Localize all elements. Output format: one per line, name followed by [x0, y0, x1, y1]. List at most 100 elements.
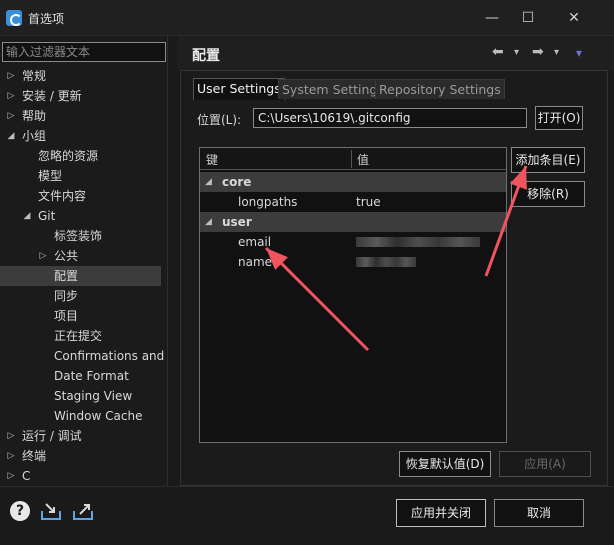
help-icon[interactable]: ? — [10, 501, 30, 521]
export-icon[interactable] — [72, 501, 94, 521]
maximize-button[interactable]: ☐ — [514, 6, 542, 30]
table-row[interactable]: email — [200, 232, 506, 252]
expanded-twisty-icon[interactable]: ◢ — [205, 212, 212, 232]
tree-item[interactable]: ▷ 运行 / 调试 — [0, 426, 168, 446]
title-bar: 首选项 — ☐ ✕ — [0, 0, 614, 36]
tree-item-label: 运行 / 调试 — [22, 429, 82, 443]
collapsed-twisty-icon[interactable]: ▷ — [6, 466, 16, 486]
tree-item-label: 忽略的资源 — [38, 149, 99, 163]
location-field[interactable]: C:\Users\10619\.gitconfig — [253, 108, 527, 128]
tree-item[interactable]: ◢ 小组 — [0, 126, 168, 146]
tree-item[interactable]: Staging View — [0, 386, 168, 406]
tree-item-label: 正在提交 — [54, 329, 103, 343]
tree-item-label: 同步 — [54, 289, 79, 303]
tree-item-label: 项目 — [54, 309, 79, 323]
open-button[interactable]: 打开(O) — [535, 106, 583, 130]
import-icon[interactable] — [40, 501, 62, 521]
filter-input[interactable]: 输入过滤器文本 — [2, 42, 166, 62]
table-group-row[interactable]: ◢ user — [200, 212, 506, 232]
table-group-row[interactable]: ◢ core — [200, 172, 506, 192]
tree-item-label: C — [22, 469, 31, 483]
tree-item-label: 模型 — [38, 169, 63, 183]
tree-item-label: Git — [38, 209, 56, 223]
tree-item[interactable]: ▷ 常规 — [0, 66, 168, 86]
collapsed-twisty-icon[interactable]: ▷ — [6, 86, 16, 106]
collapsed-twisty-icon[interactable]: ▷ — [6, 106, 16, 126]
column-separator[interactable] — [351, 150, 352, 168]
entry-value: true — [356, 195, 381, 209]
tree-item[interactable]: ▷ 终端 — [0, 446, 168, 466]
tree-item-label: 标签装饰 — [54, 229, 103, 243]
configuration-panel: User Settings System Settings Repository… — [180, 70, 608, 486]
tree-item[interactable]: ▷ 安装 / 更新 — [0, 86, 168, 106]
collapsed-twisty-icon[interactable]: ▷ — [38, 246, 48, 266]
tree-item[interactable]: ▷ 帮助 — [0, 106, 168, 126]
tree-item[interactable]: 文件内容 — [0, 186, 168, 206]
column-header-key: 键 — [206, 153, 219, 167]
preferences-tree-pane: 输入过滤器文本 ▷ 常规 ▷ 安装 / 更新 ▷ 帮助 ◢ 小组忽略的资源模型文件内容 ◢ Git… — [0, 36, 168, 486]
collapsed-twisty-icon[interactable]: ▷ — [6, 446, 16, 466]
tree-item-label: 配置 — [54, 269, 79, 283]
tree-item[interactable]: Date Format — [0, 366, 168, 386]
add-entry-button[interactable]: 添加条目(E) — [511, 147, 585, 173]
remove-button[interactable]: 移除(R) — [511, 181, 585, 207]
tree-item[interactable]: 同步 — [0, 286, 168, 306]
view-menu-icon[interactable]: ▾ — [576, 46, 582, 60]
table-row[interactable]: name — [200, 252, 506, 272]
tab-repository-settings[interactable]: Repository Settings — [375, 79, 505, 99]
tree-item[interactable]: ◢ Git — [0, 206, 168, 226]
tree-item[interactable]: ▷ C — [0, 466, 168, 486]
tree-item[interactable]: 忽略的资源 — [0, 146, 168, 166]
group-name: user — [222, 215, 252, 229]
collapsed-twisty-icon[interactable]: ▷ — [6, 66, 16, 86]
tree-item-label: 终端 — [22, 449, 47, 463]
collapsed-twisty-icon[interactable]: ▷ — [6, 426, 16, 446]
column-header-value: 值 — [357, 153, 370, 167]
expanded-twisty-icon[interactable]: ◢ — [205, 172, 212, 192]
redacted-value — [356, 237, 480, 247]
tree-item-label: 安装 / 更新 — [22, 89, 82, 103]
expanded-twisty-icon[interactable]: ◢ — [6, 126, 16, 146]
back-dropdown-icon[interactable]: ▾ — [514, 47, 519, 58]
page-header: 配置 ⬅ ▾ ➡ ▾ ▾ — [178, 36, 614, 70]
window-title: 首选项 — [28, 12, 65, 26]
forward-dropdown-icon[interactable]: ▾ — [554, 47, 559, 58]
navigation-buttons: ⬅ ▾ ➡ ▾ ▾ — [490, 42, 606, 64]
entry-key: email — [238, 235, 272, 249]
expanded-twisty-icon[interactable]: ◢ — [22, 206, 32, 226]
location-label: 位置(L): — [197, 113, 242, 127]
forward-arrow-icon[interactable]: ➡ — [532, 44, 544, 60]
close-button[interactable]: ✕ — [560, 6, 588, 30]
tree-item[interactable]: 模型 — [0, 166, 168, 186]
tree-item-label: Confirmations and — [54, 349, 165, 363]
tree-item-label: 文件内容 — [38, 189, 87, 203]
tree-item-label: 常规 — [22, 69, 47, 83]
restore-defaults-button[interactable]: 恢复默认值(D) — [399, 451, 491, 477]
tree-item[interactable]: ▷ 公共 — [0, 246, 168, 266]
tree-item[interactable]: 配置 — [0, 266, 161, 286]
tab-system-settings[interactable]: System Settings — [278, 79, 388, 99]
tree-item-label: Window Cache — [54, 409, 143, 423]
table-header: 键 值 — [200, 148, 506, 170]
tree-item[interactable]: 正在提交 — [0, 326, 168, 346]
minimize-button[interactable]: — — [478, 6, 506, 30]
redacted-value — [356, 257, 416, 267]
tab-user-settings[interactable]: User Settings — [193, 78, 285, 100]
bottom-bar: ? 应用并关闭 取消 — [0, 486, 614, 545]
tree-item-label: 帮助 — [22, 109, 47, 123]
apply-and-close-button[interactable]: 应用并关闭 — [396, 499, 486, 527]
entry-key: name — [238, 255, 273, 269]
tree-item[interactable]: Confirmations and — [0, 346, 168, 366]
group-name: core — [222, 175, 252, 189]
entry-key: longpaths — [238, 195, 298, 209]
tree-item[interactable]: Window Cache — [0, 406, 168, 426]
config-table: 键 值 ◢ core longpaths true ◢ user email name — [199, 147, 507, 443]
table-row[interactable]: longpaths true — [200, 192, 506, 212]
apply-button[interactable]: 应用(A) — [499, 451, 591, 477]
cancel-button[interactable]: 取消 — [494, 499, 584, 527]
tree-item[interactable]: 项目 — [0, 306, 168, 326]
tree-item-label: Date Format — [54, 369, 129, 383]
tree-item[interactable]: 标签装饰 — [0, 226, 168, 246]
page-title: 配置 — [192, 48, 220, 64]
back-arrow-icon[interactable]: ⬅ — [492, 44, 504, 60]
